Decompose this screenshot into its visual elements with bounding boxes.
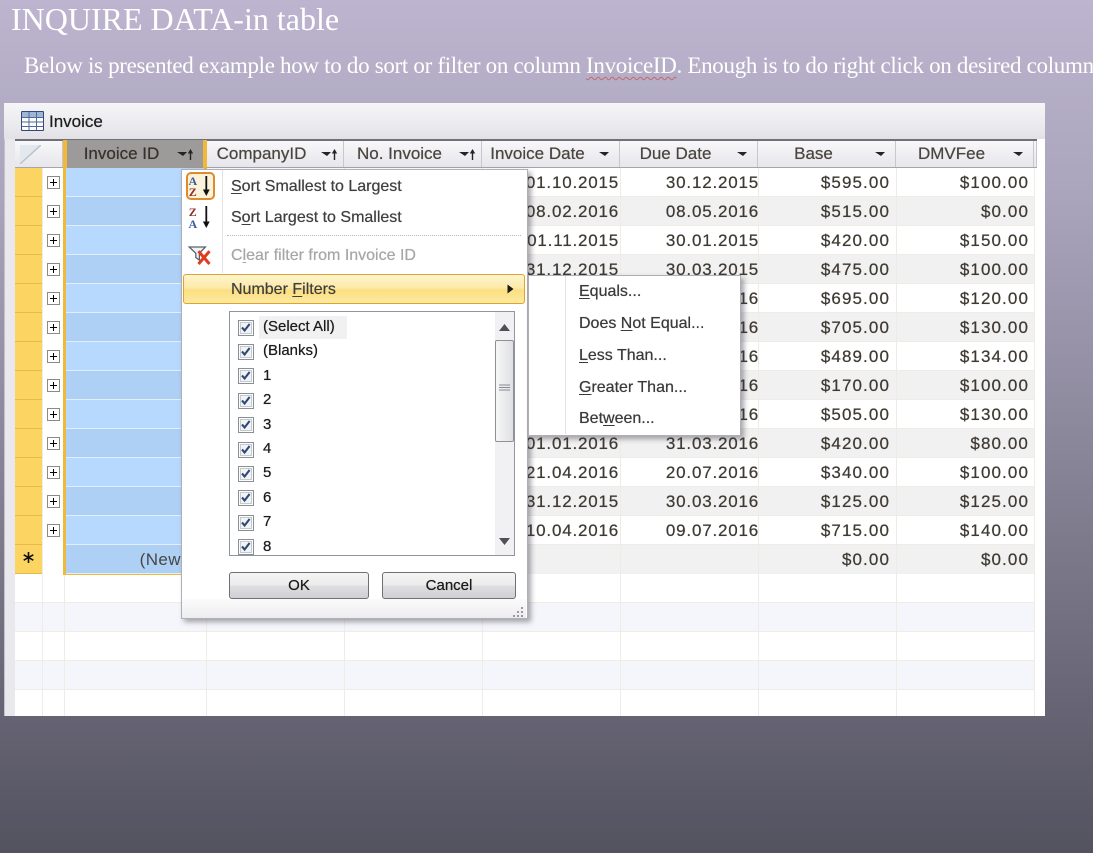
svg-text:A: A [189, 217, 198, 229]
svg-text:Z: Z [189, 185, 197, 198]
